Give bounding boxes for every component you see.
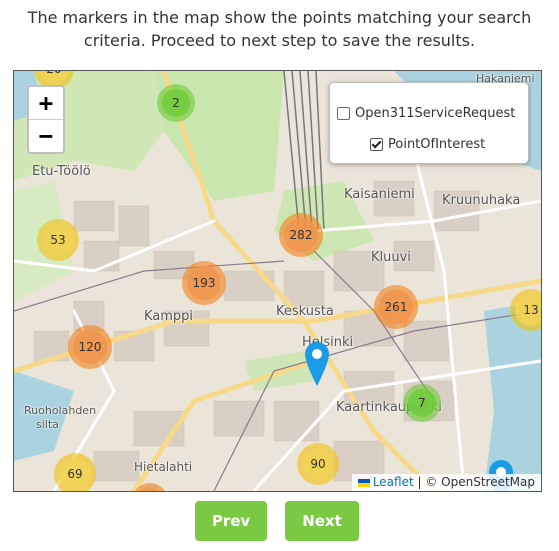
- label-keskusta: Keskusta: [276, 304, 334, 319]
- prev-button[interactable]: Prev: [195, 501, 267, 541]
- instruction-text: The markers in the map show the points m…: [27, 8, 532, 50]
- cluster-count: 2: [162, 89, 190, 117]
- layer-option-poi[interactable]: PointOfInterest: [370, 137, 485, 152]
- next-button[interactable]: Next: [285, 501, 359, 541]
- marker-cluster[interactable]: 193: [182, 261, 226, 305]
- marker-cluster[interactable]: 53: [37, 219, 79, 261]
- cluster-count: 13: [515, 294, 541, 326]
- cluster-count: 193: [187, 266, 221, 300]
- marker-cluster[interactable]: 90: [297, 443, 339, 485]
- osm-attribution: | © OpenStreetMap: [413, 475, 535, 489]
- cluster-count: 7: [408, 389, 436, 417]
- layer-label: Open311ServiceRequest: [355, 106, 516, 121]
- map-view[interactable]: Hakaniemi Etu-Töölö Kaisaniemi Kruunuhak…: [13, 70, 542, 492]
- layer-checkbox[interactable]: [370, 138, 383, 151]
- ukraine-flag-icon: [357, 478, 370, 487]
- marker-cluster[interactable]: 120: [68, 325, 112, 369]
- cluster-count: 20: [39, 71, 69, 84]
- cluster-count: 90: [302, 448, 334, 480]
- marker-cluster[interactable]: 7: [403, 384, 441, 422]
- zoom-in-button[interactable]: +: [29, 87, 63, 120]
- marker-cluster[interactable]: 2: [157, 84, 195, 122]
- cluster-count: 69: [59, 458, 91, 490]
- label-ruoholahden: Ruoholahden: [24, 404, 97, 417]
- cluster-count: 261: [379, 290, 413, 324]
- zoom-out-button[interactable]: −: [29, 120, 63, 152]
- layer-control: Open311ServiceRequest PointOfInterest: [329, 82, 529, 164]
- marker-cluster[interactable]: 69: [54, 453, 96, 491]
- leaflet-link[interactable]: Leaflet: [373, 475, 414, 489]
- marker-cluster[interactable]: 261: [374, 285, 418, 329]
- label-hietalahti: Hietalahti: [134, 460, 193, 474]
- label-kamppi: Kamppi: [144, 309, 194, 324]
- label-silta: silta: [36, 418, 59, 431]
- cluster-count: 282: [284, 218, 318, 252]
- label-kluuvi: Kluuvi: [371, 250, 411, 265]
- label-kruununhaka: Kruunuhaka: [442, 193, 521, 208]
- label-kaisaniemi: Kaisaniemi: [344, 187, 415, 202]
- layer-checkbox[interactable]: [337, 107, 350, 120]
- cluster-count: 120: [73, 330, 107, 364]
- label-etu-toolo: Etu-Töölö: [32, 164, 91, 179]
- layer-label: PointOfInterest: [388, 137, 486, 152]
- cluster-count: 53: [42, 224, 74, 256]
- location-pin-icon[interactable]: [304, 341, 330, 387]
- marker-cluster[interactable]: 282: [279, 213, 323, 257]
- zoom-control: + −: [27, 85, 65, 154]
- layer-option-open311[interactable]: Open311ServiceRequest: [337, 106, 515, 121]
- map-attribution: Leaflet | © OpenStreetMap: [351, 474, 541, 491]
